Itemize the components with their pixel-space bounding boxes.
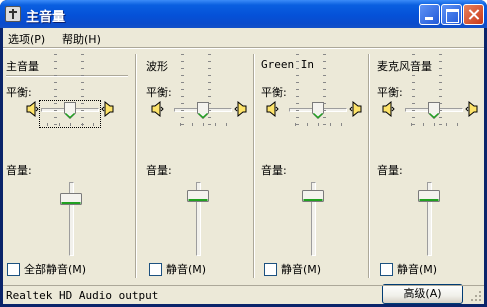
mute-checkbox[interactable]: 静音(M) (380, 262, 437, 276)
focus-rectangle (39, 100, 101, 128)
volume-ticks-right (81, 50, 85, 126)
menu-separator (3, 47, 484, 49)
volume-ticks-left (296, 50, 300, 126)
volume-ticks-left (412, 50, 416, 126)
mute-checkbox[interactable]: 全部静音(M) (7, 262, 86, 276)
close-button[interactable] (463, 4, 484, 25)
balance-label: 平衡: (261, 86, 287, 99)
channel-title: 波形 (146, 60, 168, 73)
mute-label: 全部静音(M) (24, 263, 87, 276)
volume-ticks-left (54, 50, 58, 126)
volume-thumb[interactable] (418, 190, 440, 202)
channel-separator (135, 54, 137, 278)
status-text: Realtek HD Audio output (6, 289, 159, 302)
speaker-right-icon (465, 101, 479, 117)
checkbox-box[interactable] (149, 262, 162, 276)
volume-ticks-right (208, 50, 212, 126)
mute-label: 静音(M) (397, 263, 438, 276)
mixer-window: 主音量 选项(P) 帮助(H) 主音量 平衡: 音量: 全部静音(M) 波形 平… (0, 0, 487, 307)
channel-separator (253, 54, 255, 278)
channel-title-divider (6, 75, 128, 77)
menu-help[interactable]: 帮助(H) (62, 31, 101, 47)
resize-grip-icon[interactable] (470, 290, 482, 302)
volume-ticks-right (439, 50, 443, 126)
volume-label: 音量: (6, 164, 32, 177)
checkbox-box[interactable] (380, 262, 393, 276)
volume-thumb[interactable] (187, 190, 209, 202)
app-icon[interactable] (5, 6, 21, 22)
volume-slider[interactable] (298, 182, 328, 258)
speaker-left-icon (150, 101, 164, 117)
channel-green-in: Green In 平衡: 音量: 静音(M) (258, 50, 368, 280)
mute-label: 静音(M) (281, 263, 322, 276)
speaker-right-icon (234, 101, 248, 117)
channel-master: 主音量 平衡: 音量: 全部静音(M) (3, 50, 135, 280)
volume-ticks-left (181, 50, 185, 126)
volume-label: 音量: (261, 164, 287, 177)
volume-label: 音量: (377, 164, 403, 177)
window-title: 主音量 (26, 10, 66, 25)
channel-wave: 波形 平衡: 音量: 静音(M) (143, 50, 253, 280)
checkbox-box[interactable] (264, 262, 277, 276)
volume-thumb[interactable] (302, 190, 324, 202)
mute-checkbox[interactable]: 静音(M) (149, 262, 206, 276)
volume-slider[interactable] (56, 182, 86, 258)
client-area: 选项(P) 帮助(H) 主音量 平衡: 音量: 全部静音(M) 波形 平衡: 音… (3, 28, 484, 304)
speaker-right-icon (101, 101, 115, 117)
minimize-button[interactable] (419, 4, 440, 25)
menu-options[interactable]: 选项(P) (8, 31, 45, 47)
speaker-left-icon (265, 101, 279, 117)
channel-microphone: 麦克风音量 平衡: 音量: 静音(M) 高级(A) (374, 50, 484, 304)
balance-label: 平衡: (377, 86, 403, 99)
volume-thumb[interactable] (60, 193, 82, 205)
checkbox-box[interactable] (7, 262, 20, 276)
volume-ticks-right (323, 50, 327, 126)
speaker-left-icon (25, 101, 39, 117)
mute-label: 静音(M) (166, 263, 207, 276)
volume-slider[interactable] (414, 182, 444, 258)
title-bar[interactable]: 主音量 (0, 0, 487, 28)
speaker-right-icon (349, 101, 363, 117)
balance-label: 平衡: (6, 86, 32, 99)
channel-separator (368, 54, 370, 278)
volume-slider[interactable] (183, 182, 213, 258)
mute-checkbox[interactable]: 静音(M) (264, 262, 321, 276)
channel-title: 麦克风音量 (377, 60, 432, 73)
maximize-button[interactable] (441, 4, 462, 25)
channel-title: 主音量 (6, 60, 39, 73)
channel-title: Green In (261, 58, 314, 71)
volume-label: 音量: (146, 164, 172, 177)
status-bar: Realtek HD Audio output (3, 285, 484, 304)
speaker-left-icon (381, 101, 395, 117)
balance-label: 平衡: (146, 86, 172, 99)
menu-bar: 选项(P) 帮助(H) (3, 28, 484, 47)
